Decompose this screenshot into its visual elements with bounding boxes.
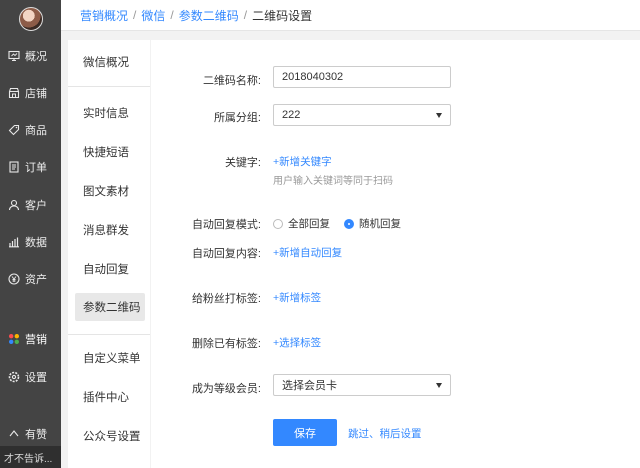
member-card-select-value: 选择会员卡: [282, 380, 337, 392]
add-auto-reply-link[interactable]: +新增自动回复: [273, 245, 342, 260]
divider: [68, 334, 150, 335]
radio-reply-all[interactable]: 全部回复: [273, 216, 330, 231]
radio-dot: [344, 218, 354, 229]
sidebar-item-label: 有赞: [25, 429, 47, 441]
caret-down-icon: [436, 383, 442, 388]
list-icon: [8, 161, 20, 173]
sidebar-item-label: 客户: [25, 200, 47, 212]
member-level-label: 成为等级会员:: [191, 383, 261, 395]
group-select[interactable]: 222: [273, 104, 451, 126]
select-tag-link[interactable]: +选择标签: [273, 335, 321, 350]
avatar-wrap: [0, 0, 61, 38]
breadcrumb-separator: /: [133, 8, 137, 22]
yen-icon: [8, 273, 20, 285]
sidebar-item-label: 概况: [25, 51, 47, 63]
add-keyword-link[interactable]: +新增关键字: [273, 154, 332, 169]
add-tag-label: 给粉丝打标签:: [191, 293, 261, 305]
secondary-nav: 微信概况 实时信息 快捷短语 图文素材 消息群发 自动回复 参数二维码 自定义菜…: [68, 40, 150, 468]
brand-icon: [8, 428, 20, 440]
name-label: 二维码名称:: [202, 75, 261, 87]
radio-label: 全部回复: [288, 218, 330, 230]
tag-icon: [8, 124, 20, 136]
sidebar-item-store[interactable]: 店铺: [0, 80, 61, 106]
skip-link[interactable]: 跳过、稍后设置: [348, 426, 422, 441]
avatar[interactable]: [18, 7, 43, 31]
radio-reply-random[interactable]: 随机回复: [344, 216, 401, 231]
sidebar-item-label: 设置: [25, 372, 47, 384]
subnav-item-auto-reply[interactable]: 自动回复: [75, 255, 145, 283]
group-select-value: 222: [282, 109, 301, 121]
radio-dot: [273, 218, 283, 229]
caret-down-icon: [436, 113, 442, 118]
sidebar-item-orders[interactable]: 订单: [0, 154, 61, 180]
reply-mode-label: 自动回复模式:: [191, 219, 261, 231]
breadcrumb-link[interactable]: 参数二维码: [179, 7, 239, 24]
sidebar-item-label: 资产: [25, 274, 47, 286]
monitor-icon: [8, 50, 20, 62]
subnav-item-plugins[interactable]: 插件中心: [75, 383, 145, 411]
reply-content-label: 自动回复内容:: [191, 248, 261, 260]
sidebar-item-label: 店铺: [25, 88, 47, 100]
sidebar-item-label: 商品: [25, 125, 47, 137]
subnav-item-media[interactable]: 图文素材: [75, 177, 145, 205]
subnav-item-realtime[interactable]: 实时信息: [75, 99, 145, 127]
subnav-item-qrcode[interactable]: 参数二维码: [75, 293, 145, 321]
subnav-item-custom-menu[interactable]: 自定义菜单: [75, 344, 145, 372]
keyword-label: 关键字:: [224, 157, 261, 169]
name-input[interactable]: 2018040302: [273, 66, 451, 88]
member-card-select[interactable]: 选择会员卡: [273, 374, 451, 396]
sidebar-item-customers[interactable]: 客户: [0, 192, 61, 218]
qrcode-settings-form: 二维码名称: 2018040302 所属分组: 222 关键字: +新增关键字 …: [151, 40, 640, 468]
sidebar-item-marketing[interactable]: 营销: [0, 326, 61, 352]
subnav-item-account-settings[interactable]: 公众号设置: [75, 422, 145, 450]
sidebar-item-label: 营销: [25, 334, 47, 346]
radio-label: 随机回复: [359, 218, 401, 230]
subnav-item-overview[interactable]: 微信概况: [75, 48, 145, 76]
sidebar-item-overview[interactable]: 概况: [0, 43, 61, 69]
sidebar-item-brand[interactable]: 有赞: [0, 424, 61, 444]
sidebar-item-assets[interactable]: 资产: [0, 266, 61, 292]
breadcrumb-link[interactable]: 微信: [141, 7, 165, 24]
sidebar-item-data[interactable]: 数据: [0, 229, 61, 255]
sidebar-item-label: 订单: [25, 162, 47, 174]
group-label: 所属分组:: [213, 112, 261, 124]
account-footer[interactable]: 才不告诉...: [0, 446, 61, 468]
breadcrumb-separator: /: [170, 8, 174, 22]
subnav-item-broadcast[interactable]: 消息群发: [75, 216, 145, 244]
main-sidebar: 概况 店铺 商品 订单 客户 数据 资产 营销 设置 有赞 才不告诉...: [0, 0, 61, 468]
breadcrumb-link[interactable]: 营销概况: [80, 7, 128, 24]
reply-mode-radio-group: 全部回复 随机回复: [273, 216, 415, 231]
divider: [68, 86, 150, 87]
subnav-item-quick-phrases[interactable]: 快捷短语: [75, 138, 145, 166]
bar-chart-icon: [8, 236, 20, 248]
add-tag-link[interactable]: +新增标签: [273, 290, 321, 305]
user-icon: [8, 199, 20, 211]
breadcrumb: 营销概况 / 微信 / 参数二维码 / 二维码设置: [61, 0, 640, 31]
keyword-hint: 用户输入关键词等同于扫码: [273, 176, 393, 187]
sidebar-item-settings[interactable]: 设置: [0, 364, 61, 390]
gear-icon: [8, 371, 20, 383]
sidebar-item-goods[interactable]: 商品: [0, 117, 61, 143]
apps-icon: [8, 333, 20, 345]
store-icon: [8, 87, 20, 99]
breadcrumb-separator: /: [243, 8, 248, 22]
page-title: 二维码设置: [252, 8, 313, 23]
save-button[interactable]: 保存: [273, 419, 337, 446]
sidebar-item-label: 数据: [25, 237, 47, 249]
remove-tag-label: 删除已有标签:: [191, 338, 261, 350]
